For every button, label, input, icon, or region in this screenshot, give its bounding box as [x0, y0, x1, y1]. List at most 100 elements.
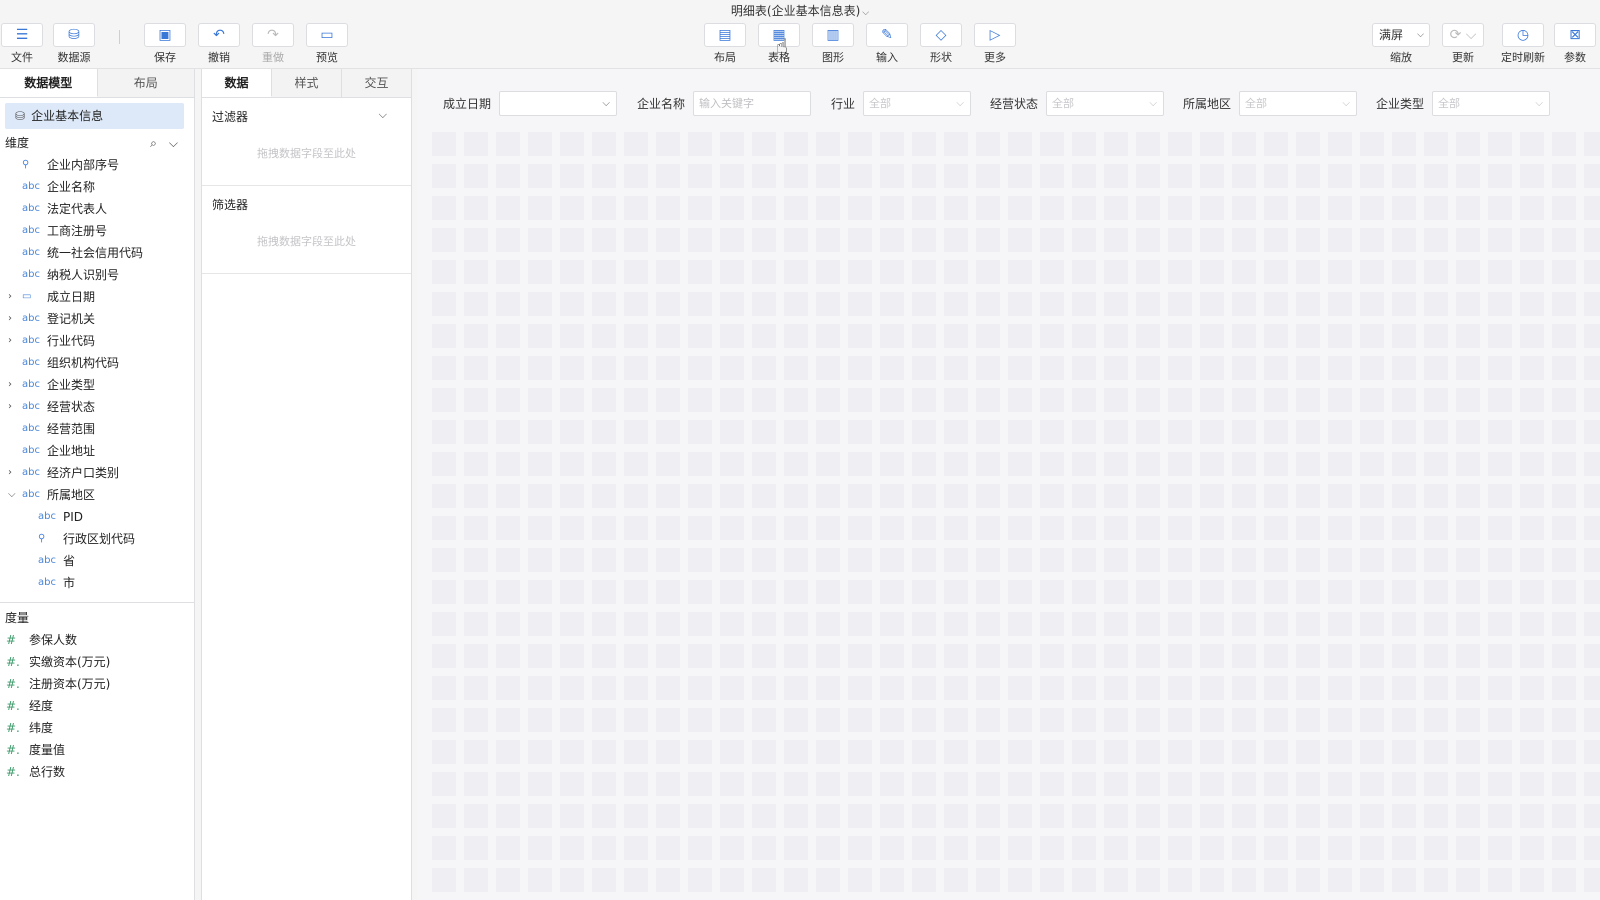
chevron-right-icon[interactable]: ›: [8, 330, 18, 352]
dimension-field[interactable]: abc 经营范围: [0, 418, 194, 440]
chevron-down-icon[interactable]: ⌵: [169, 136, 178, 150]
shape-button[interactable]: ◇ 形状: [919, 23, 963, 67]
chevron-right-icon[interactable]: ›: [8, 308, 18, 330]
text-type-icon: abc: [22, 203, 40, 214]
industry-select[interactable]: 全部 ⌵: [863, 90, 972, 116]
zoom-select[interactable]: 满屏 ⌵: [1372, 23, 1430, 47]
chevron-down-icon[interactable]: ⌵: [8, 484, 18, 506]
dataset-item[interactable]: ⛁ 企业基本信息: [5, 103, 184, 129]
measure-field[interactable]: #. 总行数: [0, 761, 194, 783]
bar-chart-icon: ▥: [812, 23, 854, 47]
dimension-field[interactable]: abc 企业地址: [0, 440, 194, 462]
chevron-right-icon[interactable]: ›: [8, 374, 18, 396]
dimension-field[interactable]: › abc 经济户口类别: [0, 462, 194, 484]
input-button[interactable]: ✎ 输入: [865, 23, 909, 67]
dimension-field[interactable]: abc 组织机构代码: [0, 352, 194, 374]
field-name: 总行数: [29, 765, 66, 779]
text-type-icon: abc: [38, 594, 56, 599]
chart-button[interactable]: ▥ 图形: [811, 23, 855, 67]
refresh-button[interactable]: ⟳ ⌵ 更新: [1441, 23, 1485, 67]
report-canvas[interactable]: 成立日期 ⌵ 企业名称 输入关键字 行业 全部 ⌵ 经营状态 全部 ⌵ 所属地区 全…: [417, 69, 1600, 900]
chevron-right-icon[interactable]: ›: [8, 396, 18, 418]
field-name: 所属地区: [47, 488, 96, 502]
search-icon[interactable]: ⌕: [150, 136, 157, 150]
datasource-button[interactable]: ⛁ 数据源: [52, 23, 96, 67]
field-name: 组织机构代码: [47, 356, 120, 370]
field-name: 统一社会信用代码: [47, 246, 144, 260]
field-name: 法定代表人: [47, 202, 108, 216]
toolbar-separator: [119, 30, 120, 44]
number-type-icon: #.: [6, 765, 20, 779]
more-button[interactable]: ▷ 更多: [973, 23, 1017, 67]
dimension-field[interactable]: abc 纳税人识别号: [0, 264, 194, 286]
timed-refresh-button[interactable]: ◷ 定时刷新: [1497, 23, 1549, 67]
undo-button[interactable]: ↶ 撤销: [197, 23, 241, 67]
field-name: 企业内部序号: [47, 158, 120, 172]
tab-interaction[interactable]: 交互: [342, 69, 411, 97]
measure-header: 度量: [0, 607, 194, 629]
field-name: 企业类型: [47, 378, 96, 392]
dimension-field[interactable]: ⚲ 企业内部序号: [0, 154, 194, 176]
dimension-subfield[interactable]: abc 县: [0, 594, 194, 599]
layout-icon: ▤: [704, 23, 746, 47]
save-button[interactable]: ▣ 保存: [143, 23, 187, 67]
measure-field[interactable]: #. 度量值: [0, 739, 194, 761]
text-type-icon: abc: [22, 445, 40, 456]
date-select[interactable]: ⌵: [499, 90, 618, 116]
document-title[interactable]: 明细表(企业基本信息表) ⌵: [0, 2, 1600, 19]
zoom-control[interactable]: 满屏 ⌵ 缩放: [1370, 23, 1432, 67]
measure-field[interactable]: #. 实缴资本(万元): [0, 651, 194, 673]
tab-layout[interactable]: 布局: [98, 69, 195, 97]
field-name: 参保人数: [29, 633, 78, 647]
dimension-subfield[interactable]: abc PID: [0, 506, 194, 528]
dimension-field[interactable]: › abc 行业代码: [0, 330, 194, 352]
refresh-icon: ⟳ ⌵: [1442, 23, 1484, 47]
text-type-icon: abc: [22, 379, 40, 390]
keyword-input[interactable]: 输入关键字: [693, 90, 812, 116]
measure-field[interactable]: # 参保人数: [0, 629, 194, 651]
dimension-subfield[interactable]: ⚲ 行政区划代码: [0, 528, 194, 550]
file-button[interactable]: ☰ 文件: [0, 23, 44, 67]
filter-drop-zone[interactable]: 拖拽数据字段至此处: [202, 145, 411, 161]
filter-section: 过滤器 ⌵ 拖拽数据字段至此处: [202, 98, 411, 186]
dimension-field[interactable]: › abc 企业类型: [0, 374, 194, 396]
field-name: 成立日期: [47, 290, 96, 304]
measure-field[interactable]: #. 纬度: [0, 717, 194, 739]
dimension-subfield[interactable]: abc 省: [0, 550, 194, 572]
selector-section: 筛选器 拖拽数据字段至此处: [202, 186, 411, 274]
type-select[interactable]: 全部 ⌵: [1432, 90, 1551, 116]
datasource-label: 数据源: [57, 51, 91, 64]
measure-field[interactable]: #. 经度: [0, 695, 194, 717]
layout-button[interactable]: ▤ 布局: [703, 23, 747, 67]
dimension-field[interactable]: abc 工商注册号: [0, 220, 194, 242]
dimension-field[interactable]: abc 统一社会信用代码: [0, 242, 194, 264]
tab-style[interactable]: 样式: [272, 69, 342, 97]
dimension-field[interactable]: › ▭ 成立日期: [0, 286, 194, 308]
dimension-field[interactable]: ⌵ abc 所属地区: [0, 484, 194, 506]
redo-button[interactable]: ↷ 重做: [251, 23, 295, 67]
chevron-right-icon[interactable]: ›: [8, 286, 18, 308]
dimension-field[interactable]: › abc 经营状态: [0, 396, 194, 418]
tab-data-model[interactable]: 数据模型: [0, 69, 98, 97]
region-select[interactable]: 全部 ⌵: [1239, 90, 1358, 116]
dimension-field[interactable]: abc 企业名称: [0, 176, 194, 198]
selector-drop-zone[interactable]: 拖拽数据字段至此处: [202, 233, 411, 249]
measure-field[interactable]: #. 注册资本(万元): [0, 673, 194, 695]
dimension-field[interactable]: › abc 登记机关: [0, 308, 194, 330]
preview-button[interactable]: ▭ 预览: [305, 23, 349, 67]
params-button[interactable]: ⊠ 参数: [1553, 23, 1597, 67]
dimension-field[interactable]: abc 法定代表人: [0, 198, 194, 220]
tab-data[interactable]: 数据: [202, 69, 272, 97]
measure-list: # 参保人数 #. 实缴资本(万元) #. 注册资本(万元) #. 经度 #. 纬度 #. 度量值 #.…: [0, 629, 194, 783]
chevron-right-icon[interactable]: ›: [8, 462, 18, 484]
field-name: 纳税人识别号: [47, 268, 120, 282]
more-label: 更多: [984, 51, 1006, 64]
chevron-down-icon[interactable]: ⌵: [379, 108, 387, 122]
dimension-subfield[interactable]: abc 市: [0, 572, 194, 594]
text-type-icon: abc: [22, 313, 40, 324]
layout-grid[interactable]: [432, 132, 1600, 900]
dimension-title: 维度: [5, 136, 30, 150]
status-select[interactable]: 全部 ⌵: [1046, 90, 1165, 116]
measure-title: 度量: [5, 611, 30, 625]
config-tabs: 数据 样式 交互: [202, 69, 411, 98]
